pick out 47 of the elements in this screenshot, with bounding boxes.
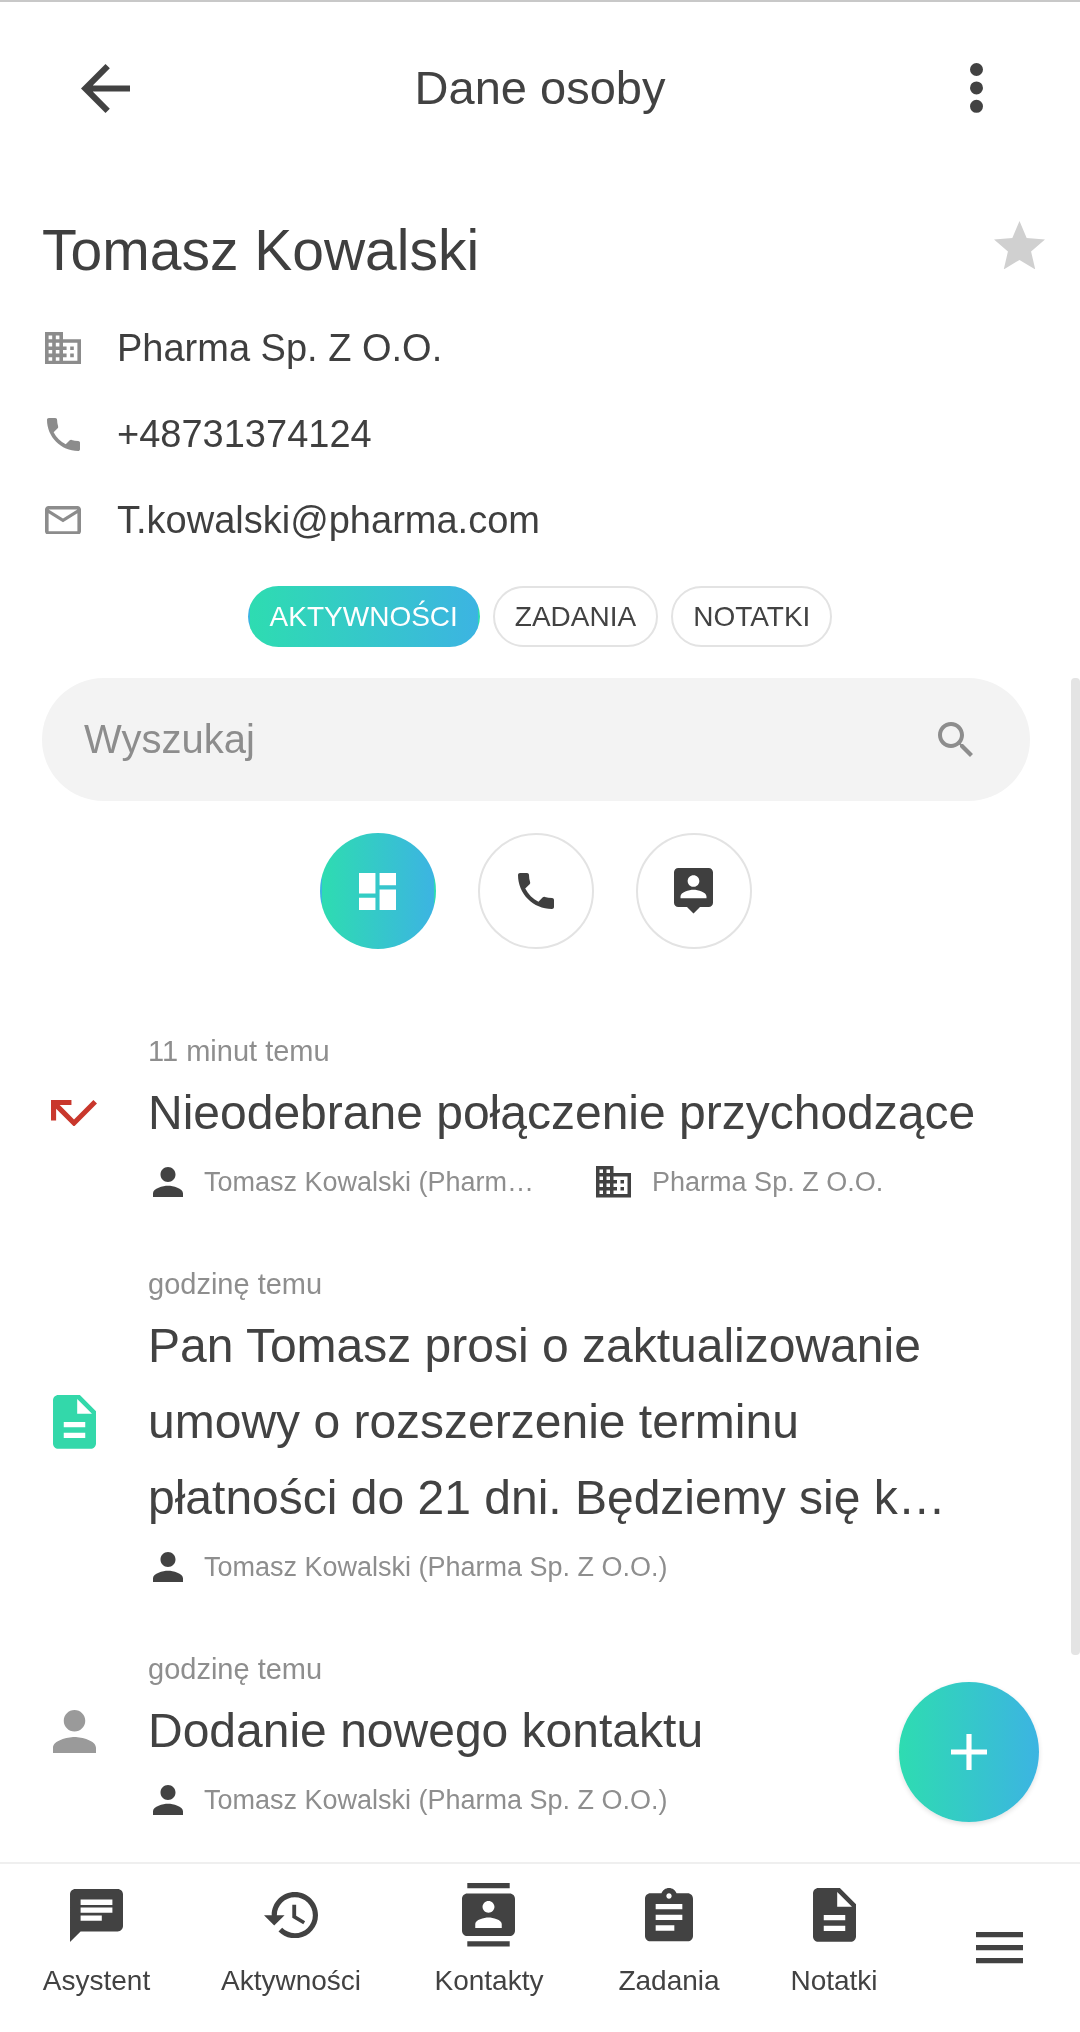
company-name: Pharma Sp. Z O.O. bbox=[652, 1166, 884, 1199]
activity-title: Nieodebrane połączenie przychodzące bbox=[148, 1085, 976, 1141]
nav-item[interactable]: Kontakty bbox=[434, 1883, 544, 1999]
phone-icon bbox=[517, 873, 554, 909]
search-field[interactable]: Wyszukaj bbox=[42, 678, 1030, 801]
menu-icon[interactable] bbox=[976, 1932, 1023, 1964]
phone-icon bbox=[46, 417, 80, 451]
person-icon bbox=[52, 1709, 96, 1753]
contact-name: Tomasz Kowalski (Pharma Sp. Z O.O.) bbox=[204, 1784, 668, 1817]
contact-name: Tomasz Kowalski (Pharma Sp. Z O.O.) bbox=[204, 1551, 668, 1584]
building-icon bbox=[45, 331, 81, 365]
document-icon bbox=[52, 1395, 96, 1449]
activity-time: godzinę temu bbox=[148, 1652, 323, 1687]
nav-item[interactable]: Aktywności bbox=[220, 1883, 361, 1999]
person-icon bbox=[153, 1167, 183, 1197]
person-pin-icon bbox=[674, 868, 713, 914]
activity-title: Dodanie nowego kontaktu bbox=[148, 1703, 704, 1759]
activity-time: godzinę temu bbox=[148, 1267, 323, 1302]
contact-name: Tomasz Kowalski (Pharm… bbox=[204, 1166, 535, 1199]
phone-number: +48731374124 bbox=[117, 412, 372, 457]
history-icon bbox=[264, 1891, 318, 1939]
more-icon[interactable] bbox=[970, 63, 983, 113]
nav-item[interactable]: Notatki bbox=[790, 1883, 878, 1999]
building-icon bbox=[596, 1166, 632, 1198]
email-address: T.kowalski@pharma.com bbox=[117, 498, 540, 543]
search-icon[interactable] bbox=[938, 722, 973, 757]
tab[interactable]: ZADANIA bbox=[492, 586, 659, 647]
missed-call-icon bbox=[51, 1099, 97, 1127]
tab[interactable]: NOTATKI bbox=[671, 586, 833, 647]
activity-title: Pan Tomasz prosi o zaktualizowanie umowy o rozszerzenie terminu płatności do 21 dni. Będziemy się k… bbox=[148, 1318, 947, 1526]
plus-icon bbox=[951, 1734, 987, 1770]
clipboard-icon bbox=[645, 1888, 693, 1942]
tiles-icon bbox=[359, 872, 396, 910]
activity-time: 11 minut temu bbox=[148, 1034, 330, 1069]
nav-item[interactable]: Zadania bbox=[618, 1883, 720, 1999]
contact-name: Tomasz Kowalski bbox=[42, 217, 480, 284]
page-title: Dane osoby bbox=[414, 60, 666, 116]
star-icon[interactable] bbox=[994, 220, 1045, 270]
document-icon bbox=[812, 1888, 856, 1942]
chat-icon bbox=[70, 1888, 123, 1942]
envelope-icon bbox=[45, 505, 81, 535]
back-arrow-icon[interactable] bbox=[81, 63, 130, 113]
nav-item[interactable]: Asystent bbox=[42, 1883, 151, 1999]
company-name: Pharma Sp. Z O.O. bbox=[117, 326, 443, 371]
contacts-icon bbox=[462, 1883, 516, 1947]
person-icon bbox=[153, 1552, 183, 1582]
person-icon bbox=[153, 1785, 183, 1815]
